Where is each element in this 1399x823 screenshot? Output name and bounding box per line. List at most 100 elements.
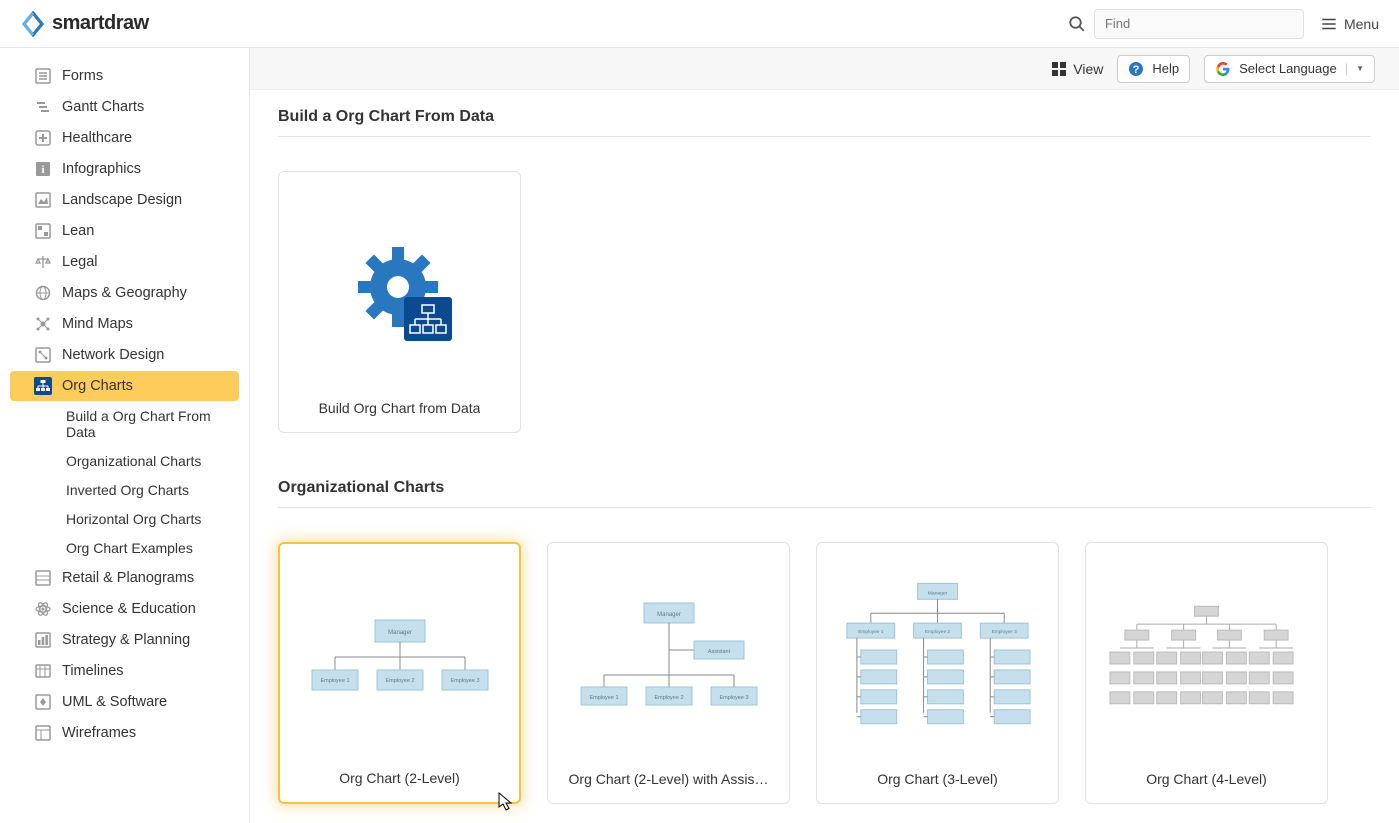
svg-text:Manager: Manager <box>388 630 412 636</box>
svg-text:Employee 2: Employee 2 <box>654 695 683 701</box>
search-icon[interactable] <box>1068 15 1086 33</box>
smartdraw-logo-icon <box>20 11 46 37</box>
sidebar-sub-horizontal[interactable]: Horizontal Org Charts <box>10 505 239 533</box>
svg-text:Employee 1: Employee 1 <box>589 695 618 701</box>
infographics-icon: i <box>34 160 52 178</box>
svg-text:?: ? <box>1133 64 1140 76</box>
card-org-2level-assistant[interactable]: Manager Assistant Employee 1 Employee 2 … <box>547 542 790 804</box>
chevron-down-icon: ▼ <box>1356 64 1364 73</box>
card-org-3level[interactable]: Manager Employee 1 Employee 2 Employee 3 <box>816 542 1059 804</box>
sidebar-item-orgcharts[interactable]: Org Charts <box>10 371 239 401</box>
sidebar-item-label: Timelines <box>62 663 124 679</box>
brand-logo[interactable]: smartdraw <box>20 11 149 37</box>
sidebar-item-label: Lean <box>62 223 94 239</box>
sidebar-sub-label: Org Chart Examples <box>66 540 193 556</box>
cursor-icon <box>498 792 514 812</box>
grid-icon <box>1051 61 1067 77</box>
google-icon <box>1215 61 1231 77</box>
sidebar-item-label: Wireframes <box>62 725 136 741</box>
svg-text:Employee 3: Employee 3 <box>992 629 1018 635</box>
sidebar-item-mindmaps[interactable]: Mind Maps <box>10 309 239 339</box>
sidebar-item-wireframes[interactable]: Wireframes <box>10 718 239 748</box>
view-button[interactable]: View <box>1051 61 1103 77</box>
card-org-4level[interactable]: Org Chart (4-Level) <box>1085 542 1328 804</box>
sidebar-item-label: Org Charts <box>62 378 133 394</box>
svg-text:Manager: Manager <box>928 590 948 596</box>
legal-icon <box>34 253 52 271</box>
mindmap-icon <box>34 315 52 333</box>
section-title: Build a Org Chart From Data <box>278 108 1371 137</box>
section-title: Organizational Charts <box>278 479 1371 508</box>
sidebar-item-label: Forms <box>62 68 103 84</box>
menu-button[interactable]: Menu <box>1320 15 1379 33</box>
svg-text:Assistant: Assistant <box>707 649 730 655</box>
sidebar-sub-org-charts[interactable]: Organizational Charts <box>10 447 239 475</box>
sidebar-sub-label: Organizational Charts <box>66 453 201 469</box>
main: View ? Help Select Language | ▼ Build a … <box>250 48 1399 823</box>
sidebar-item-healthcare[interactable]: Healthcare <box>10 123 239 153</box>
card-visual: Manager Employee 1 Employee 2 Employee 3 <box>296 560 503 760</box>
svg-text:Employee 1: Employee 1 <box>320 678 349 684</box>
retail-icon <box>34 569 52 587</box>
orgchart-icon <box>34 377 52 395</box>
maps-icon <box>34 284 52 302</box>
svg-text:Employee 2: Employee 2 <box>385 678 414 684</box>
svg-text:Manager: Manager <box>657 612 681 618</box>
sidebar: Forms Gantt Charts Healthcare iInfograph… <box>0 48 250 823</box>
healthcare-icon <box>34 129 52 147</box>
sidebar-sub-examples[interactable]: Org Chart Examples <box>10 534 239 562</box>
sidebar-item-label: Science & Education <box>62 601 196 617</box>
search-wrap <box>1068 9 1304 39</box>
language-separator: | <box>1345 61 1348 76</box>
card-org-2level[interactable]: Manager Employee 1 Employee 2 Employee 3… <box>278 542 521 804</box>
brand-name: smartdraw <box>52 12 149 35</box>
sidebar-item-landscape[interactable]: Landscape Design <box>10 185 239 215</box>
sidebar-item-retail[interactable]: Retail & Planograms <box>10 563 239 593</box>
sidebar-item-label: Mind Maps <box>62 316 133 332</box>
language-label: Select Language <box>1239 61 1337 76</box>
language-button[interactable]: Select Language | ▼ <box>1204 55 1375 83</box>
sidebar-item-legal[interactable]: Legal <box>10 247 239 277</box>
container: Forms Gantt Charts Healthcare iInfograph… <box>0 48 1399 823</box>
svg-text:Employee 1: Employee 1 <box>858 629 884 635</box>
sidebar-sub-inverted[interactable]: Inverted Org Charts <box>10 476 239 504</box>
sidebar-item-forms[interactable]: Forms <box>10 61 239 91</box>
help-button[interactable]: ? Help <box>1117 55 1190 83</box>
science-icon <box>34 600 52 618</box>
hamburger-icon <box>1320 15 1338 33</box>
card-title: Org Chart (3-Level) <box>877 761 998 787</box>
help-label: Help <box>1152 61 1179 76</box>
sidebar-item-timelines[interactable]: Timelines <box>10 656 239 686</box>
orgchart-badge-icon <box>404 297 452 341</box>
svg-text:Employee 2: Employee 2 <box>925 629 951 635</box>
timeline-icon <box>34 662 52 680</box>
wireframe-icon <box>34 724 52 742</box>
lean-icon <box>34 222 52 240</box>
search-input[interactable] <box>1094 9 1304 39</box>
section-build-from-data: Build a Org Chart From Data <box>250 90 1399 171</box>
sidebar-item-gantt[interactable]: Gantt Charts <box>10 92 239 122</box>
sidebar-item-network[interactable]: Network Design <box>10 340 239 370</box>
org-preview-3level-icon: Manager Employee 1 Employee 2 Employee 3 <box>833 575 1042 745</box>
gantt-icon <box>34 98 52 116</box>
sidebar-item-lean[interactable]: Lean <box>10 216 239 246</box>
org-preview-4level-icon <box>1102 600 1311 720</box>
sidebar-item-label: Legal <box>62 254 97 270</box>
landscape-icon <box>34 191 52 209</box>
sidebar-item-uml[interactable]: UML & Software <box>10 687 239 717</box>
section-org-charts: Organizational Charts <box>250 461 1399 542</box>
card-build-from-data[interactable]: Build Org Chart from Data <box>278 171 521 433</box>
sidebar-item-infographics[interactable]: iInfographics <box>10 154 239 184</box>
sidebar-item-maps[interactable]: Maps & Geography <box>10 278 239 308</box>
card-title: Build Org Chart from Data <box>319 390 481 416</box>
card-visual <box>1102 559 1311 761</box>
sidebar-sub-label: Inverted Org Charts <box>66 482 189 498</box>
org-preview-2level-icon: Manager Employee 1 Employee 2 Employee 3 <box>300 595 500 725</box>
sidebar-item-strategy[interactable]: Strategy & Planning <box>10 625 239 655</box>
sidebar-sub-label: Horizontal Org Charts <box>66 511 201 527</box>
sidebar-sub-build-from-data[interactable]: Build a Org Chart From Data <box>10 402 239 446</box>
sidebar-item-science[interactable]: Science & Education <box>10 594 239 624</box>
help-icon: ? <box>1128 61 1144 77</box>
sidebar-item-label: UML & Software <box>62 694 167 710</box>
strategy-icon <box>34 631 52 649</box>
